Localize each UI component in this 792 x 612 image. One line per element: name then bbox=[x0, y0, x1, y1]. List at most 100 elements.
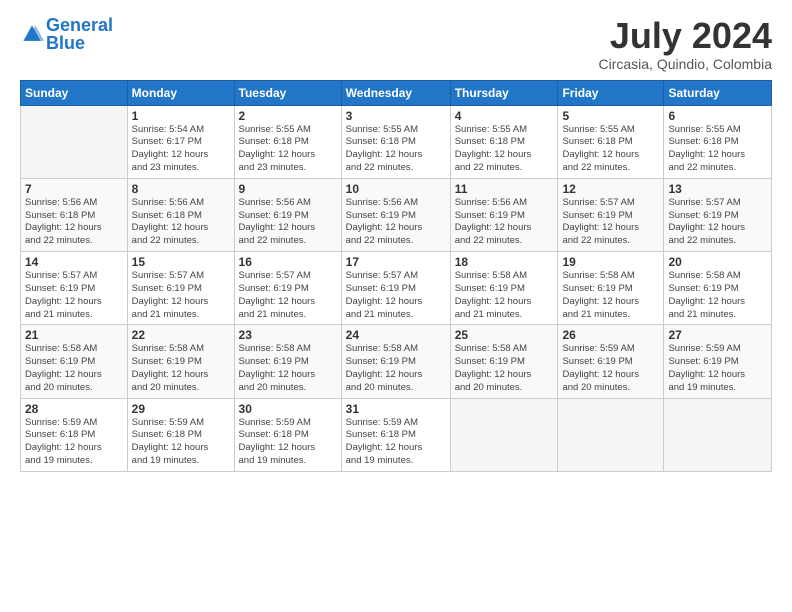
calendar-cell: 24Sunrise: 5:58 AM Sunset: 6:19 PM Dayli… bbox=[341, 325, 450, 398]
calendar-cell: 12Sunrise: 5:57 AM Sunset: 6:19 PM Dayli… bbox=[558, 178, 664, 251]
day-info: Sunrise: 5:56 AM Sunset: 6:19 PM Dayligh… bbox=[239, 197, 337, 248]
weekday-header-monday: Monday bbox=[127, 80, 234, 105]
day-number: 9 bbox=[239, 182, 337, 196]
calendar-cell: 29Sunrise: 5:59 AM Sunset: 6:18 PM Dayli… bbox=[127, 398, 234, 471]
calendar-week-4: 28Sunrise: 5:59 AM Sunset: 6:18 PM Dayli… bbox=[21, 398, 772, 471]
weekday-header-friday: Friday bbox=[558, 80, 664, 105]
day-number: 5 bbox=[562, 109, 659, 123]
calendar-cell bbox=[450, 398, 558, 471]
day-info: Sunrise: 5:57 AM Sunset: 6:19 PM Dayligh… bbox=[25, 270, 123, 321]
weekday-header-tuesday: Tuesday bbox=[234, 80, 341, 105]
day-number: 13 bbox=[668, 182, 767, 196]
day-info: Sunrise: 5:58 AM Sunset: 6:19 PM Dayligh… bbox=[668, 270, 767, 321]
location-subtitle: Circasia, Quindio, Colombia bbox=[598, 56, 772, 72]
day-info: Sunrise: 5:55 AM Sunset: 6:18 PM Dayligh… bbox=[562, 124, 659, 175]
calendar-cell: 18Sunrise: 5:58 AM Sunset: 6:19 PM Dayli… bbox=[450, 252, 558, 325]
day-number: 11 bbox=[455, 182, 554, 196]
page: General Blue July 2024 Circasia, Quindio… bbox=[0, 0, 792, 612]
calendar-week-3: 21Sunrise: 5:58 AM Sunset: 6:19 PM Dayli… bbox=[21, 325, 772, 398]
calendar-table: SundayMondayTuesdayWednesdayThursdayFrid… bbox=[20, 80, 772, 472]
day-number: 26 bbox=[562, 328, 659, 342]
calendar-cell: 22Sunrise: 5:58 AM Sunset: 6:19 PM Dayli… bbox=[127, 325, 234, 398]
calendar-cell bbox=[21, 105, 128, 178]
calendar-cell: 10Sunrise: 5:56 AM Sunset: 6:19 PM Dayli… bbox=[341, 178, 450, 251]
day-number: 2 bbox=[239, 109, 337, 123]
calendar-cell: 6Sunrise: 5:55 AM Sunset: 6:18 PM Daylig… bbox=[664, 105, 772, 178]
day-number: 18 bbox=[455, 255, 554, 269]
logo-general: General bbox=[46, 15, 113, 35]
calendar-week-0: 1Sunrise: 5:54 AM Sunset: 6:17 PM Daylig… bbox=[21, 105, 772, 178]
calendar-cell: 14Sunrise: 5:57 AM Sunset: 6:19 PM Dayli… bbox=[21, 252, 128, 325]
calendar-cell: 27Sunrise: 5:59 AM Sunset: 6:19 PM Dayli… bbox=[664, 325, 772, 398]
day-info: Sunrise: 5:58 AM Sunset: 6:19 PM Dayligh… bbox=[239, 343, 337, 394]
calendar-cell: 11Sunrise: 5:56 AM Sunset: 6:19 PM Dayli… bbox=[450, 178, 558, 251]
day-number: 20 bbox=[668, 255, 767, 269]
calendar-cell: 31Sunrise: 5:59 AM Sunset: 6:18 PM Dayli… bbox=[341, 398, 450, 471]
day-info: Sunrise: 5:58 AM Sunset: 6:19 PM Dayligh… bbox=[132, 343, 230, 394]
day-info: Sunrise: 5:59 AM Sunset: 6:18 PM Dayligh… bbox=[132, 417, 230, 468]
day-number: 31 bbox=[346, 402, 446, 416]
day-number: 25 bbox=[455, 328, 554, 342]
calendar-cell: 21Sunrise: 5:58 AM Sunset: 6:19 PM Dayli… bbox=[21, 325, 128, 398]
logo-blue: Blue bbox=[46, 33, 85, 53]
day-number: 28 bbox=[25, 402, 123, 416]
day-number: 17 bbox=[346, 255, 446, 269]
calendar-cell: 13Sunrise: 5:57 AM Sunset: 6:19 PM Dayli… bbox=[664, 178, 772, 251]
calendar-cell bbox=[558, 398, 664, 471]
day-number: 22 bbox=[132, 328, 230, 342]
weekday-header-thursday: Thursday bbox=[450, 80, 558, 105]
day-info: Sunrise: 5:58 AM Sunset: 6:19 PM Dayligh… bbox=[455, 270, 554, 321]
day-info: Sunrise: 5:55 AM Sunset: 6:18 PM Dayligh… bbox=[455, 124, 554, 175]
calendar-cell: 8Sunrise: 5:56 AM Sunset: 6:18 PM Daylig… bbox=[127, 178, 234, 251]
day-info: Sunrise: 5:58 AM Sunset: 6:19 PM Dayligh… bbox=[562, 270, 659, 321]
day-info: Sunrise: 5:59 AM Sunset: 6:18 PM Dayligh… bbox=[25, 417, 123, 468]
weekday-row: SundayMondayTuesdayWednesdayThursdayFrid… bbox=[21, 80, 772, 105]
calendar-cell: 9Sunrise: 5:56 AM Sunset: 6:19 PM Daylig… bbox=[234, 178, 341, 251]
day-info: Sunrise: 5:58 AM Sunset: 6:19 PM Dayligh… bbox=[346, 343, 446, 394]
day-number: 23 bbox=[239, 328, 337, 342]
calendar-cell: 30Sunrise: 5:59 AM Sunset: 6:18 PM Dayli… bbox=[234, 398, 341, 471]
calendar-cell: 4Sunrise: 5:55 AM Sunset: 6:18 PM Daylig… bbox=[450, 105, 558, 178]
title-block: July 2024 Circasia, Quindio, Colombia bbox=[598, 16, 772, 72]
calendar-cell: 19Sunrise: 5:58 AM Sunset: 6:19 PM Dayli… bbox=[558, 252, 664, 325]
day-number: 6 bbox=[668, 109, 767, 123]
calendar-cell: 7Sunrise: 5:56 AM Sunset: 6:18 PM Daylig… bbox=[21, 178, 128, 251]
day-info: Sunrise: 5:57 AM Sunset: 6:19 PM Dayligh… bbox=[668, 197, 767, 248]
calendar-cell: 15Sunrise: 5:57 AM Sunset: 6:19 PM Dayli… bbox=[127, 252, 234, 325]
day-info: Sunrise: 5:57 AM Sunset: 6:19 PM Dayligh… bbox=[239, 270, 337, 321]
day-number: 21 bbox=[25, 328, 123, 342]
day-info: Sunrise: 5:56 AM Sunset: 6:18 PM Dayligh… bbox=[25, 197, 123, 248]
day-number: 15 bbox=[132, 255, 230, 269]
calendar-cell: 26Sunrise: 5:59 AM Sunset: 6:19 PM Dayli… bbox=[558, 325, 664, 398]
day-number: 7 bbox=[25, 182, 123, 196]
calendar-cell: 16Sunrise: 5:57 AM Sunset: 6:19 PM Dayli… bbox=[234, 252, 341, 325]
calendar-cell: 23Sunrise: 5:58 AM Sunset: 6:19 PM Dayli… bbox=[234, 325, 341, 398]
day-number: 27 bbox=[668, 328, 767, 342]
day-number: 1 bbox=[132, 109, 230, 123]
day-number: 8 bbox=[132, 182, 230, 196]
calendar-cell: 2Sunrise: 5:55 AM Sunset: 6:18 PM Daylig… bbox=[234, 105, 341, 178]
day-number: 12 bbox=[562, 182, 659, 196]
calendar-header: SundayMondayTuesdayWednesdayThursdayFrid… bbox=[21, 80, 772, 105]
day-number: 19 bbox=[562, 255, 659, 269]
day-info: Sunrise: 5:59 AM Sunset: 6:19 PM Dayligh… bbox=[562, 343, 659, 394]
day-info: Sunrise: 5:54 AM Sunset: 6:17 PM Dayligh… bbox=[132, 124, 230, 175]
calendar-cell: 20Sunrise: 5:58 AM Sunset: 6:19 PM Dayli… bbox=[664, 252, 772, 325]
day-number: 24 bbox=[346, 328, 446, 342]
month-title: July 2024 bbox=[598, 16, 772, 56]
calendar-cell: 25Sunrise: 5:58 AM Sunset: 6:19 PM Dayli… bbox=[450, 325, 558, 398]
day-info: Sunrise: 5:58 AM Sunset: 6:19 PM Dayligh… bbox=[25, 343, 123, 394]
day-info: Sunrise: 5:56 AM Sunset: 6:18 PM Dayligh… bbox=[132, 197, 230, 248]
day-info: Sunrise: 5:56 AM Sunset: 6:19 PM Dayligh… bbox=[455, 197, 554, 248]
day-number: 4 bbox=[455, 109, 554, 123]
header: General Blue July 2024 Circasia, Quindio… bbox=[20, 16, 772, 72]
day-number: 3 bbox=[346, 109, 446, 123]
calendar-cell: 17Sunrise: 5:57 AM Sunset: 6:19 PM Dayli… bbox=[341, 252, 450, 325]
weekday-header-saturday: Saturday bbox=[664, 80, 772, 105]
calendar-week-1: 7Sunrise: 5:56 AM Sunset: 6:18 PM Daylig… bbox=[21, 178, 772, 251]
day-info: Sunrise: 5:57 AM Sunset: 6:19 PM Dayligh… bbox=[132, 270, 230, 321]
day-number: 10 bbox=[346, 182, 446, 196]
day-number: 29 bbox=[132, 402, 230, 416]
calendar-body: 1Sunrise: 5:54 AM Sunset: 6:17 PM Daylig… bbox=[21, 105, 772, 471]
day-info: Sunrise: 5:57 AM Sunset: 6:19 PM Dayligh… bbox=[562, 197, 659, 248]
